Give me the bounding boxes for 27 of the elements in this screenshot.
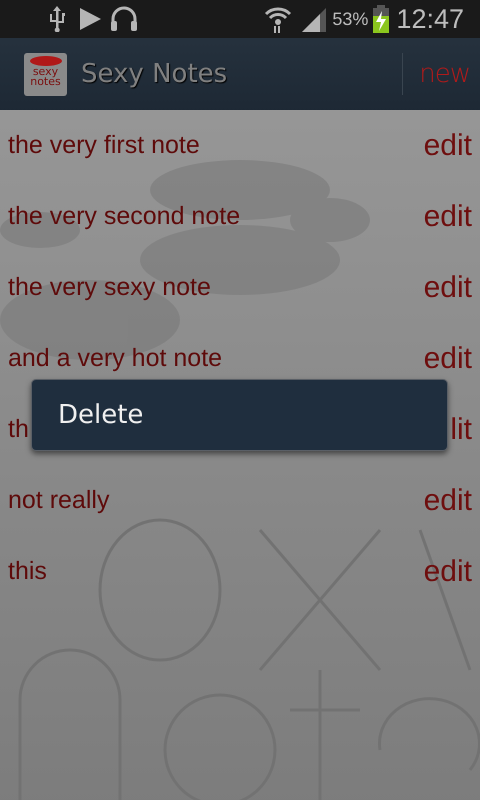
edit-link[interactable]: edit [424, 484, 472, 517]
note-title[interactable]: the very first note [8, 132, 200, 160]
note-title[interactable]: the very second note [8, 202, 240, 230]
note-title[interactable]: not really [8, 486, 110, 514]
edit-link[interactable]: edit [424, 555, 472, 588]
delete-menu[interactable]: Delete [31, 379, 448, 451]
edit-link[interactable]: edit [424, 271, 472, 304]
app-icon-text: notes [29, 76, 62, 86]
app-icon-text: sexy [32, 66, 58, 76]
play-icon [78, 7, 102, 31]
edit-link[interactable]: lit [450, 413, 472, 446]
note-title[interactable]: this [8, 558, 47, 586]
note-title[interactable]: and a very hot note [8, 344, 222, 372]
battery-percentage: 53% [332, 8, 368, 30]
headphones-icon [110, 6, 138, 32]
edit-link[interactable]: edit [424, 342, 472, 375]
usb-icon [48, 6, 66, 32]
app-title: Sexy Notes [81, 58, 228, 90]
app-icon[interactable]: sexy notes [24, 52, 67, 96]
new-button[interactable]: new [419, 54, 470, 94]
edit-link[interactable]: edit [424, 129, 472, 162]
note-title[interactable]: th [8, 416, 29, 444]
edit-link[interactable]: edit [424, 200, 472, 233]
clock: 12:47 [396, 2, 464, 36]
wifi-icon [264, 5, 292, 33]
battery-icon [372, 5, 390, 33]
note-title[interactable]: the very sexy note [8, 274, 211, 302]
